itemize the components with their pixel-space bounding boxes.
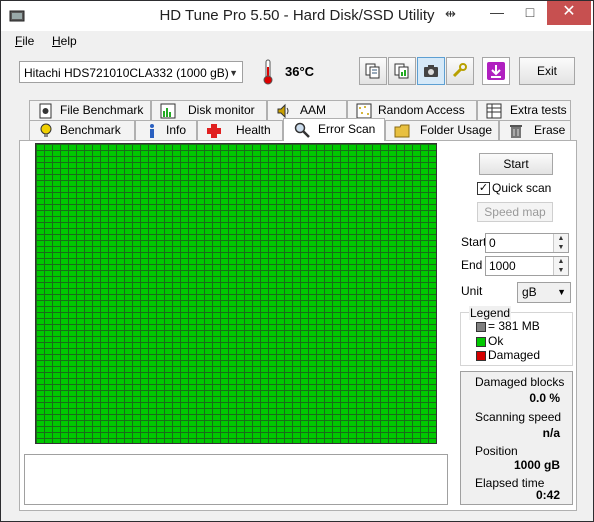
legend-swatch-damaged — [476, 351, 486, 361]
quick-scan-label: Quick scan — [492, 181, 552, 195]
exit-button[interactable]: Exit — [519, 57, 575, 85]
legend-damaged: Damaged — [488, 348, 541, 362]
unit-select[interactable]: gB ▼ — [517, 282, 571, 303]
drive-select[interactable]: Hitachi HDS721010CLA332 (1000 gB) ▼ — [19, 61, 243, 83]
legend-block-size: = 381 MB — [488, 319, 540, 333]
legend-ok: Ok — [488, 334, 504, 348]
scan-stats: Damaged blocks 0.0 % Scanning speed n/a … — [460, 371, 573, 505]
tab-folder-usage[interactable]: Folder Usage — [385, 120, 499, 140]
scanning-speed-value: n/a — [542, 426, 560, 440]
tab-health[interactable]: Health — [197, 120, 283, 140]
save-button[interactable] — [482, 57, 510, 85]
spinner-arrows-icon[interactable]: ▲ ▼ — [553, 257, 568, 275]
app-window: HD Tune Pro 5.50 - Hard Disk/SSD Utility… — [0, 0, 594, 522]
scanning-speed-label: Scanning speed — [475, 410, 562, 424]
scan-log-area[interactable] — [24, 454, 448, 505]
chevron-down-icon: ▼ — [229, 68, 238, 78]
copy-chart-icon — [394, 63, 409, 79]
copy-info-button[interactable] — [359, 57, 387, 85]
tab-random-access[interactable]: Random Access — [347, 100, 477, 120]
magnifier-icon — [294, 122, 310, 138]
tab-aam[interactable]: AAM — [267, 100, 347, 120]
tab-error-scan[interactable]: Error Scan — [283, 118, 385, 141]
maximize-button[interactable]: □ — [514, 1, 546, 25]
tab-info[interactable]: Info — [135, 120, 197, 140]
speed-map-button[interactable]: Speed map — [477, 202, 553, 222]
file-benchmark-icon — [39, 103, 52, 119]
resize-arrows-icon: ⇹ — [445, 6, 456, 21]
tab-file-benchmark[interactable]: File Benchmark — [29, 100, 151, 120]
download-arrow-icon — [487, 62, 505, 80]
title-bar: HD Tune Pro 5.50 - Hard Disk/SSD Utility… — [1, 1, 593, 31]
lightbulb-icon — [40, 123, 52, 137]
spinner-arrows-icon[interactable]: ▲ ▼ — [553, 234, 568, 252]
speaker-icon — [277, 103, 289, 119]
tab-benchmark[interactable]: Benchmark — [29, 120, 135, 140]
copy-screenshot-button[interactable] — [388, 57, 416, 85]
copy-icon — [365, 63, 380, 79]
start-scan-button[interactable]: Start — [479, 153, 553, 175]
dots-grid-icon — [356, 103, 372, 119]
start-label: Start — [461, 235, 487, 249]
scan-block-map — [35, 143, 437, 444]
menu-bar: File Help — [1, 31, 593, 53]
camera-icon — [424, 65, 438, 77]
legend-swatch-ok — [476, 337, 486, 347]
end-label: End — [461, 258, 483, 272]
position-label: Position — [475, 444, 518, 458]
elapsed-time-label: Elapsed time — [475, 476, 545, 490]
menu-help[interactable]: Help — [52, 34, 77, 48]
quick-scan-checkbox[interactable]: ✓ — [477, 182, 490, 195]
tab-disk-monitor[interactable]: Disk monitor — [151, 100, 267, 120]
health-cross-icon — [207, 124, 221, 138]
info-icon — [150, 124, 154, 138]
bar-chart-icon — [160, 103, 176, 119]
legend-title: Legend — [469, 306, 512, 320]
table-icon — [486, 103, 502, 119]
wrench-icon — [452, 63, 467, 78]
legend-swatch-block — [476, 322, 486, 332]
close-button[interactable]: ✕ — [547, 1, 591, 25]
start-input[interactable]: 0 ▲ ▼ — [485, 233, 569, 253]
folder-icon — [394, 124, 410, 138]
unit-label: Unit — [461, 284, 483, 298]
damaged-blocks-value: 0.0 % — [529, 391, 560, 405]
screenshot-button[interactable] — [417, 57, 445, 85]
toolbar: Hitachi HDS721010CLA332 (1000 gB) ▼ 36°C … — [1, 53, 593, 95]
tab-erase[interactable]: Erase — [499, 120, 571, 140]
temperature-readout: 36°C — [285, 64, 315, 79]
elapsed-time-value: 0:42 — [535, 488, 560, 502]
thermometer-icon — [263, 59, 273, 85]
minimize-button[interactable]: — — [481, 1, 513, 25]
position-value: 1000 gB — [513, 458, 560, 472]
tab-extra-tests[interactable]: Extra tests — [477, 100, 571, 120]
end-input[interactable]: 1000 ▲ ▼ — [485, 256, 569, 276]
menu-file[interactable]: File — [15, 34, 34, 48]
options-button[interactable] — [446, 57, 474, 85]
trash-icon — [510, 125, 522, 138]
chevron-down-icon: ▼ — [557, 287, 566, 297]
damaged-blocks-label: Damaged blocks — [475, 375, 565, 389]
